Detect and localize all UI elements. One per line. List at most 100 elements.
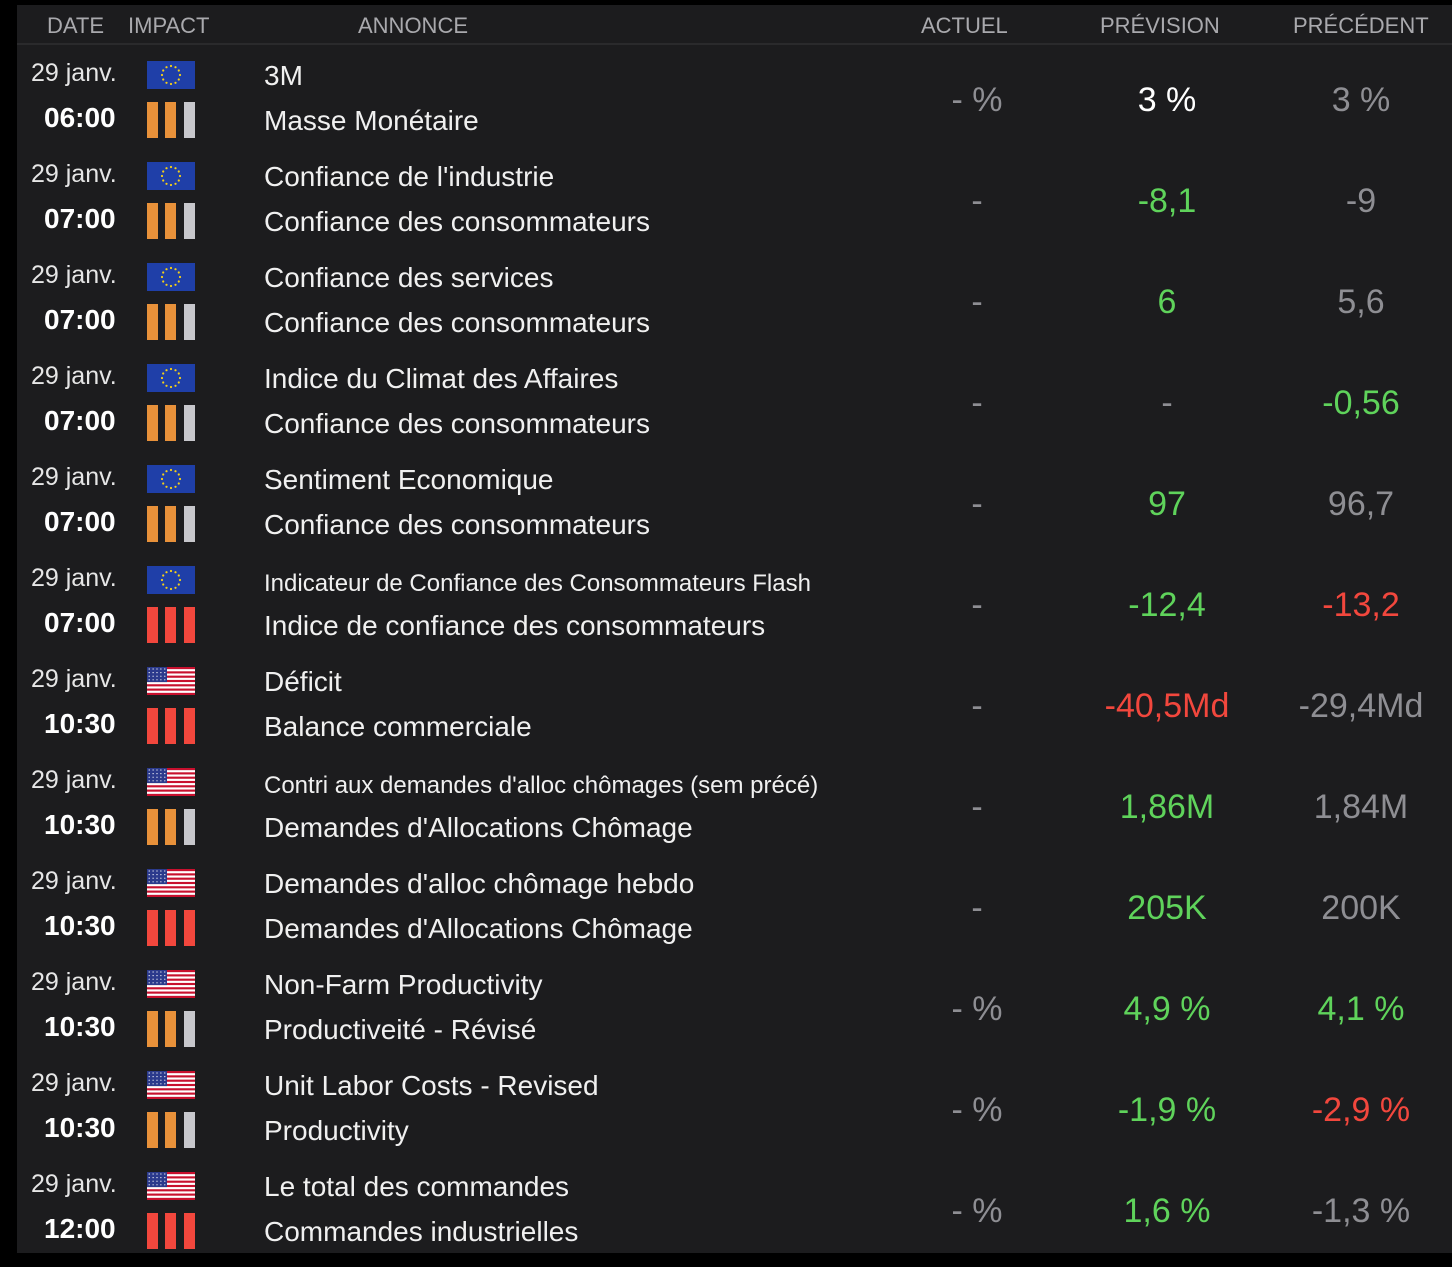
table-row[interactable]: 29 janv. 07:00 Confiance de l'industrie Con… — [17, 156, 1452, 257]
table-row[interactable]: 29 janv. 07:00 Indice du Climat des Affair… — [17, 358, 1452, 459]
event-category: Masse Monétaire — [264, 105, 479, 136]
economic-calendar-panel: DATE IMPACT ANNONCE ACTUEL PRÉVISION PRÉ… — [17, 5, 1452, 1253]
header-annonce[interactable]: ANNONCE — [358, 13, 468, 39]
event-time: 10:30 — [44, 708, 116, 739]
previous-value: 96,7 — [1327, 485, 1395, 523]
event-time: 10:30 — [44, 1011, 116, 1042]
table-row[interactable]: 29 janv. 10:30 Contri aux demandes d'alloc… — [17, 762, 1452, 863]
table-row[interactable]: 29 janv. 10:30 Déficit Balance commerciale -… — [17, 661, 1452, 762]
event-indicator: Sentiment Economique — [264, 464, 554, 495]
actual-value: - — [971, 889, 983, 927]
impact-bars-icon — [147, 203, 197, 239]
event-date: 29 janv. — [31, 362, 117, 390]
impact-bars-icon — [147, 809, 197, 845]
event-date: 29 janv. — [31, 1170, 117, 1198]
event-date: 29 janv. — [31, 160, 117, 188]
event-category: Confiance des consommateurs — [264, 509, 650, 540]
eu-flag-icon — [147, 566, 195, 594]
us-flag-icon — [147, 667, 195, 695]
us-flag-icon — [147, 1071, 195, 1099]
previous-value: -13,2 — [1322, 586, 1400, 624]
event-category: Balance commerciale — [264, 711, 532, 742]
event-time: 07:00 — [44, 506, 116, 537]
impact-bars-icon — [147, 1213, 197, 1249]
eu-flag-icon — [147, 364, 195, 392]
event-time: 12:00 — [44, 1213, 116, 1244]
forecast-value: -8,1 — [1137, 182, 1197, 220]
table-row[interactable]: 29 janv. 07:00 Indicateur de Confiance des… — [17, 560, 1452, 661]
eu-flag-icon — [147, 465, 195, 493]
previous-value: -0,56 — [1322, 384, 1400, 422]
table-row[interactable]: 29 janv. 07:00 Sentiment Economique Confian… — [17, 459, 1452, 560]
forecast-value: 97 — [1148, 485, 1186, 523]
impact-bars-icon — [147, 405, 197, 441]
event-date: 29 janv. — [31, 968, 117, 996]
previous-value: 4,1 % — [1317, 990, 1405, 1028]
event-date: 29 janv. — [31, 1069, 117, 1097]
event-time: 06:00 — [44, 102, 116, 133]
event-time: 07:00 — [44, 607, 116, 638]
impact-bars-icon — [147, 910, 197, 946]
impact-bars-icon — [147, 1011, 197, 1047]
event-category: Commandes industrielles — [264, 1216, 579, 1247]
actual-value: - % — [951, 81, 1003, 119]
header-prevision[interactable]: PRÉVISION — [1100, 13, 1220, 39]
forecast-value: 1,86M — [1119, 788, 1215, 826]
event-indicator: Non-Farm Productivity — [264, 969, 543, 1000]
event-date: 29 janv. — [31, 463, 117, 491]
event-date: 29 janv. — [31, 564, 117, 592]
us-flag-icon — [147, 869, 195, 897]
previous-value: 1,84M — [1313, 788, 1409, 826]
previous-value: 5,6 — [1337, 283, 1385, 321]
event-indicator: Indice du Climat des Affaires — [264, 363, 619, 394]
forecast-value: -12,4 — [1128, 586, 1206, 624]
event-date: 29 janv. — [31, 59, 117, 87]
header-impact[interactable]: IMPACT — [128, 13, 209, 39]
table-row[interactable]: 29 janv. 06:00 3M Masse Monétaire - % 3 % 3 % — [17, 55, 1452, 156]
event-indicator: Demandes d'alloc chômage hebdo — [264, 868, 695, 899]
event-category: Productivity — [264, 1115, 409, 1146]
event-time: 07:00 — [44, 405, 116, 436]
event-indicator: Confiance de l'industrie — [264, 161, 555, 192]
table-row[interactable]: 29 janv. 10:30 Non-Farm Productivity Produc… — [17, 964, 1452, 1065]
event-time: 10:30 — [44, 809, 116, 840]
header-precedent[interactable]: PRÉCÉDENT — [1293, 13, 1429, 39]
actual-value: - — [971, 485, 983, 523]
actual-value: - % — [951, 990, 1003, 1028]
actual-value: - — [971, 384, 983, 422]
eu-flag-icon — [147, 263, 195, 291]
event-category: Indice de confiance des consommateurs — [264, 610, 766, 641]
impact-bars-icon — [147, 304, 197, 340]
header-date[interactable]: DATE — [47, 13, 104, 39]
table-row[interactable]: 29 janv. 07:00 Confiance des services Confi… — [17, 257, 1452, 358]
forecast-value: -1,9 % — [1117, 1091, 1217, 1129]
previous-value: -2,9 % — [1311, 1091, 1411, 1129]
forecast-value: 4,9 % — [1123, 990, 1211, 1028]
event-time: 07:00 — [44, 203, 116, 234]
event-time: 07:00 — [44, 304, 116, 335]
impact-bars-icon — [147, 708, 197, 744]
us-flag-icon — [147, 970, 195, 998]
event-date: 29 janv. — [31, 665, 117, 693]
event-time: 10:30 — [44, 1112, 116, 1143]
previous-value: 3 % — [1331, 81, 1391, 119]
event-date: 29 janv. — [31, 261, 117, 289]
table-row[interactable]: 29 janv. 12:00 Le total des commandes Comma… — [17, 1166, 1452, 1267]
event-indicator: Confiance des services — [264, 262, 554, 293]
actual-value: - % — [951, 1091, 1003, 1129]
event-category: Confiance des consommateurs — [264, 408, 650, 439]
event-category: Confiance des consommateurs — [264, 206, 650, 237]
forecast-value: 6 — [1157, 283, 1177, 321]
table-row[interactable]: 29 janv. 10:30 Demandes d'alloc chômage he… — [17, 863, 1452, 964]
actual-value: - — [971, 687, 983, 725]
actual-value: - — [971, 788, 983, 826]
event-date: 29 janv. — [31, 867, 117, 895]
event-indicator: Indicateur de Confiance des Consommateur… — [264, 570, 811, 597]
header-actuel[interactable]: ACTUEL — [921, 13, 1008, 39]
table-row[interactable]: 29 janv. 10:30 Unit Labor Costs - Revised P… — [17, 1065, 1452, 1166]
event-list: 29 janv. 06:00 3M Masse Monétaire - % 3 % 3 % 2… — [17, 55, 1452, 1267]
impact-bars-icon — [147, 1112, 197, 1148]
forecast-value: 3 % — [1137, 81, 1197, 119]
actual-value: - — [971, 283, 983, 321]
event-category: Demandes d'Allocations Chômage — [264, 812, 693, 843]
